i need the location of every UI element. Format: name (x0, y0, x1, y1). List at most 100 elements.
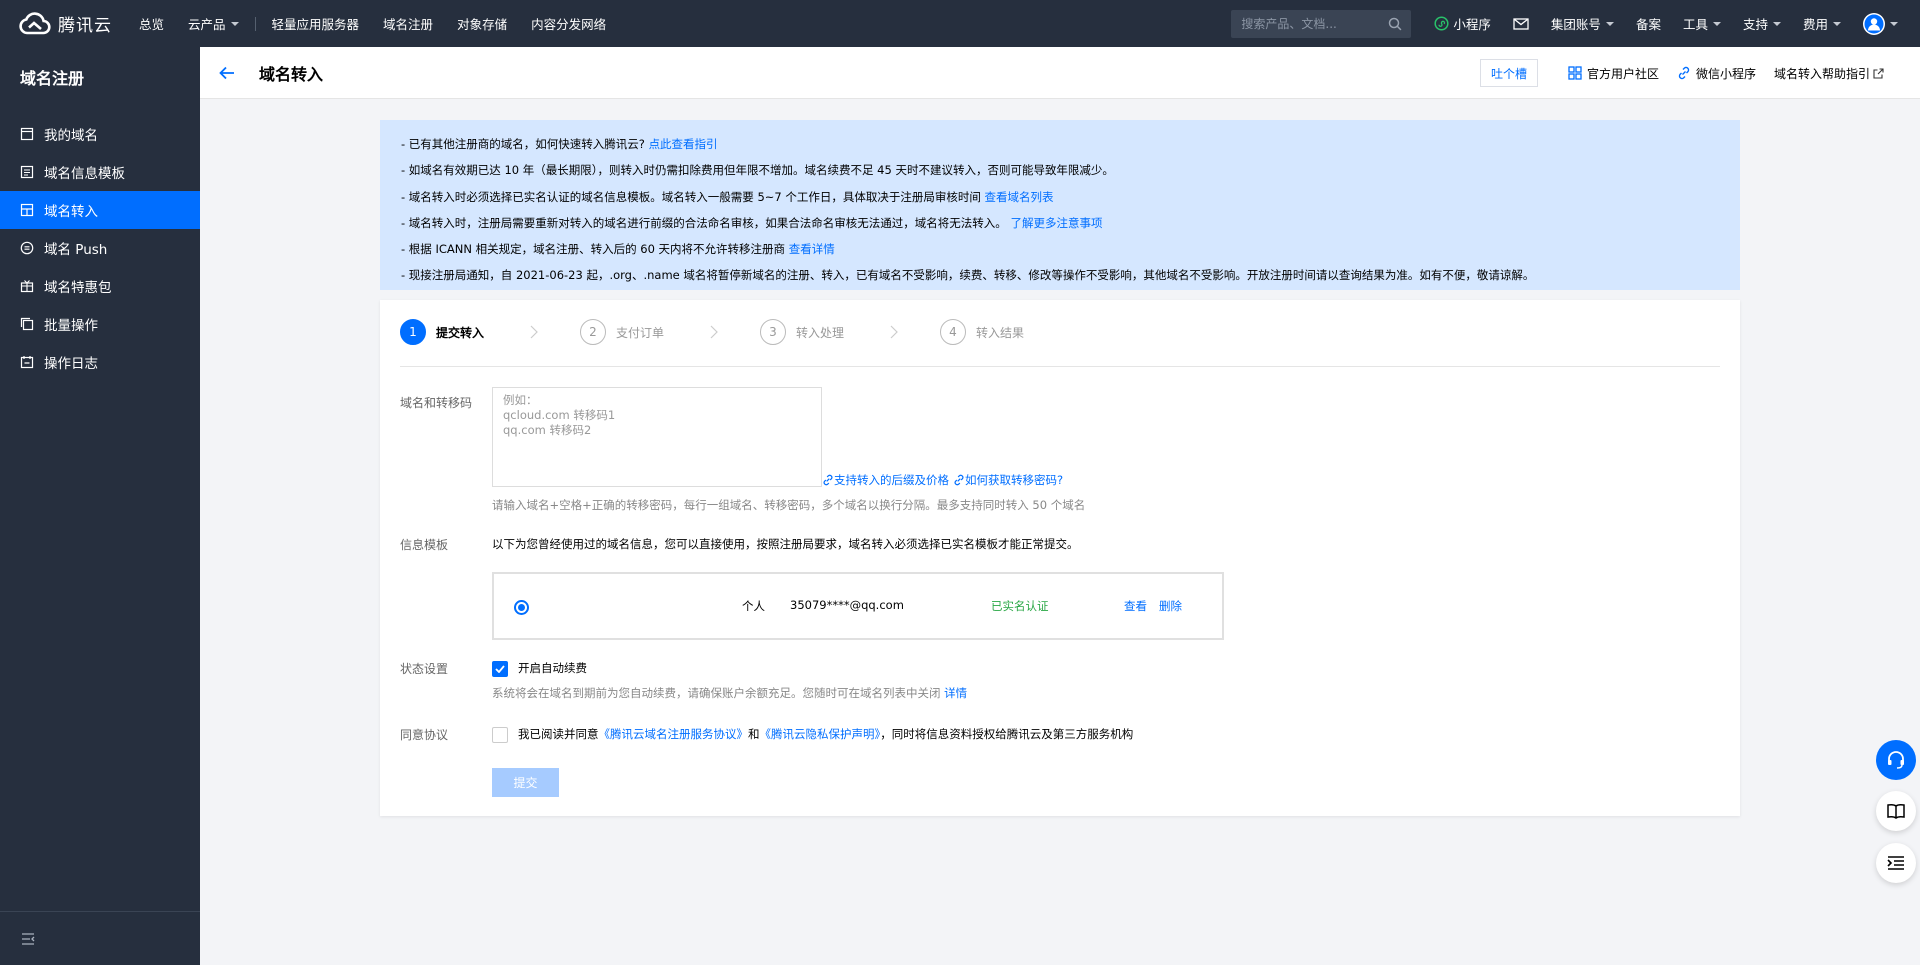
verified-status: 已实名认证 (991, 599, 1049, 613)
message-button[interactable] (1502, 0, 1540, 47)
support-menu[interactable]: 支持 (1732, 0, 1792, 47)
chevron-down-icon (1712, 21, 1721, 26)
notice-text: - 现接注册局通知，自 2021-06-23 起，.org、.name 域名将暂… (401, 268, 1535, 283)
nav-lighthouse[interactable]: 轻量应用服务器 (260, 0, 372, 47)
chevron-down-icon (1772, 21, 1781, 26)
get-code-link[interactable]: 如何获取转移密码? (953, 472, 1063, 488)
notice-text: - 如域名有效期已达 10 年（最长期限），则转入时仍需扣除费用但年限不增加。域… (401, 163, 1114, 178)
collapse-menu-icon (22, 932, 35, 945)
step-label: 转入处理 (796, 325, 845, 340)
tools-label: 工具 (1682, 17, 1708, 32)
user-avatar-menu[interactable] (1852, 0, 1920, 47)
help-guide-link[interactable]: 域名转入帮助指引 (1774, 65, 1884, 82)
notice-line: - 域名转入时必须选择已实名认证的域名信息模板。域名转入一般需要 5~7 个工作… (401, 184, 1719, 210)
community-link[interactable]: 官方用户社区 (1568, 65, 1659, 82)
template-row[interactable]: 个人 35079****@qq.com 已实名认证 查看 删除 (492, 572, 1224, 640)
sidebar-item-label: 域名信息模板 (44, 166, 125, 182)
delete-template-link[interactable]: 删除 (1159, 598, 1182, 614)
chevron-down-icon (230, 21, 239, 26)
page-title: 域名转入 (259, 64, 324, 84)
community-label: 官方用户社区 (1586, 66, 1659, 81)
search-icon[interactable] (1388, 17, 1402, 31)
auto-renew-label: 开启自动续费 (518, 661, 587, 675)
list-indent-icon (1887, 856, 1904, 870)
nav-cdn[interactable]: 内容分发网络 (519, 0, 618, 47)
tools-menu[interactable]: 工具 (1672, 0, 1732, 47)
back-button[interactable] (219, 66, 235, 80)
sidebar: 域名注册 我的域名 域名信息模板 域名转入 域名 Push 域名特惠包 批量操作… (0, 47, 200, 965)
guide-link[interactable]: 点此查看指引 (649, 137, 718, 151)
nav-domain[interactable]: 域名注册 (371, 0, 445, 47)
privacy-statement-link[interactable]: 《腾讯云隐私保护声明》 (760, 727, 881, 741)
headset-icon (1888, 751, 1904, 769)
sidebar-item-transfer[interactable]: 域名转入 (0, 191, 200, 229)
group-account-label: 集团账号 (1550, 17, 1601, 32)
divider (400, 366, 1720, 367)
chevron-right-icon (530, 325, 538, 339)
outline-button[interactable] (1876, 843, 1916, 883)
domain-code-label: 域名和转移码 (400, 396, 473, 410)
sidebar-item-logs[interactable]: 操作日志 (0, 343, 200, 381)
agreement-prefix: 我已阅读并同意 (518, 727, 599, 741)
sidebar-item-templates[interactable]: 域名信息模板 (0, 153, 200, 191)
tencent-cloud-logo[interactable]: 腾讯云 (0, 0, 127, 47)
notice-line: - 如域名有效期已达 10 年（最长期限），则转入时仍需扣除费用但年限不增加。域… (401, 157, 1719, 183)
group-account-menu[interactable]: 集团账号 (1540, 0, 1625, 47)
domain-list-link[interactable]: 查看域名列表 (985, 190, 1054, 204)
suffix-price-link[interactable]: 支持转入的后缀及价格 (822, 472, 949, 488)
template-radio[interactable] (514, 600, 529, 615)
push-icon (20, 241, 34, 255)
template-email: 35079****@qq.com (790, 598, 904, 612)
transfer-icon (20, 203, 34, 217)
sidebar-item-batch[interactable]: 批量操作 (0, 305, 200, 343)
calendar-icon (20, 127, 34, 141)
link-icon (1678, 66, 1690, 80)
view-template-link[interactable]: 查看 (1124, 598, 1147, 614)
more-notes-link[interactable]: 了解更多注意事项 (1010, 216, 1102, 230)
get-code-label: 如何获取转移密码? (965, 473, 1064, 487)
notice-text: - 域名转入时，注册局需要重新对转入的域名进行前缀的合法命名审核，如果合法命名审… (401, 215, 1011, 230)
sidebar-collapse-button[interactable] (0, 911, 200, 965)
feedback-button[interactable]: 吐个槽 (1479, 59, 1538, 87)
arrow-left-icon (219, 66, 234, 79)
step-number: 4 (940, 319, 966, 345)
step-pay: 2 支付订单 (580, 319, 760, 345)
sidebar-item-label: 我的域名 (44, 128, 98, 144)
chevron-right-icon (710, 325, 718, 339)
domain-transfer-code-textarea[interactable]: 例如： qcloud.com 转移码1 qq.com 转移码2 (492, 387, 822, 487)
fees-menu[interactable]: 费用 (1792, 0, 1852, 47)
domain-input-hint: 请输入域名+空格+正确的转移密码，每行一组域名、转移密码，多个域名以换行分隔。最… (492, 498, 1086, 512)
service-agreement-link[interactable]: 《腾讯云域名注册服务协议》 (599, 727, 749, 741)
sidebar-item-packages[interactable]: 域名特惠包 (0, 267, 200, 305)
beian-link[interactable]: 备案 (1625, 0, 1672, 47)
search-input[interactable]: 搜索产品、文档... (1231, 9, 1412, 38)
miniprogram-link[interactable]: 小程序 (1423, 0, 1502, 47)
nav-overview[interactable]: 总览 (127, 0, 176, 47)
step-label: 提交转入 (436, 325, 485, 340)
avatar-icon (1863, 12, 1885, 35)
customer-service-button[interactable] (1876, 740, 1916, 780)
docs-button[interactable] (1876, 791, 1916, 831)
sidebar-item-label: 批量操作 (44, 318, 98, 334)
wechat-miniprogram-link[interactable]: 微信小程序 (1677, 65, 1756, 82)
agreement-checkbox[interactable] (492, 727, 508, 743)
step-indicator: 1 提交转入 2 支付订单 3 转入处理 4 转入结果 (400, 319, 1120, 345)
gift-icon (20, 280, 34, 293)
details-link[interactable]: 查看详情 (789, 242, 835, 256)
transfer-form-card: 1 提交转入 2 支付订单 3 转入处理 4 转入结果 域名和转移码 例如： q… (380, 300, 1740, 816)
agreement-suffix: ，同时将信息资料授权给腾讯云及第三方服务机构 (880, 727, 1134, 741)
submit-button[interactable]: 提交 (492, 768, 559, 797)
fees-label: 费用 (1802, 17, 1828, 32)
auto-renew-checkbox[interactable] (492, 661, 508, 677)
support-label: 支持 (1742, 17, 1768, 32)
sidebar-item-label: 操作日志 (44, 356, 98, 372)
auto-renew-detail-link[interactable]: 详情 (944, 686, 967, 700)
sidebar-item-my-domains[interactable]: 我的域名 (0, 115, 200, 153)
document-icon (20, 165, 34, 179)
textarea-help-links: 支持转入的后缀及价格 如何获取转移密码? (822, 472, 1067, 488)
sidebar-item-push[interactable]: 域名 Push (0, 229, 200, 267)
nav-products[interactable]: 云产品 (176, 0, 251, 47)
nav-cos[interactable]: 对象存储 (445, 0, 519, 47)
status-setting-label: 状态设置 (400, 662, 449, 676)
notice-text: - 域名转入时必须选择已实名认证的域名信息模板。域名转入一般需要 5~7 个工作… (401, 189, 985, 204)
